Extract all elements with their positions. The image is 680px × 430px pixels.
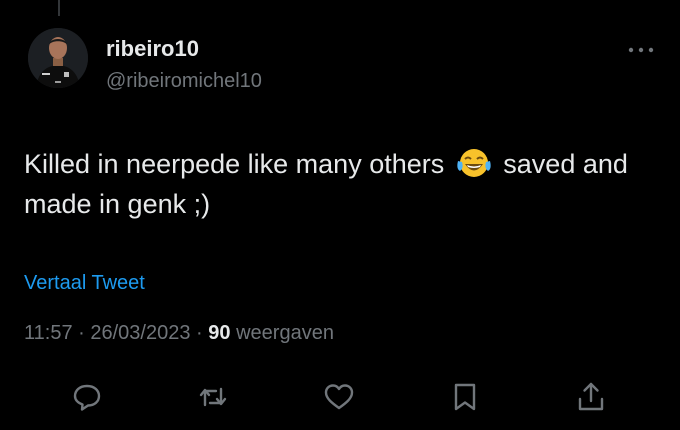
heart-icon bbox=[324, 384, 354, 410]
tweet-time[interactable]: 11:57 bbox=[24, 322, 73, 344]
view-count-label: weergaven bbox=[236, 322, 334, 344]
tweet-action-bar bbox=[0, 374, 680, 418]
tweet-text-part1: Killed in neerpede like many others bbox=[24, 149, 445, 179]
like-button[interactable] bbox=[322, 380, 356, 414]
tweet-metadata: 11:57 · 26/03/2023 · 90 weergaven bbox=[24, 322, 334, 345]
tweet-date[interactable]: 26/03/2023 bbox=[90, 322, 190, 344]
share-icon bbox=[578, 382, 604, 411]
bookmark-icon bbox=[454, 383, 476, 411]
display-name[interactable]: ribeiro10 bbox=[106, 36, 199, 62]
retweet-button[interactable] bbox=[196, 380, 230, 414]
tears-of-joy-emoji-icon bbox=[456, 147, 492, 179]
view-count: 90 bbox=[208, 322, 231, 344]
meta-separator: · bbox=[196, 322, 203, 344]
avatar[interactable] bbox=[28, 28, 88, 88]
thread-connector-line bbox=[58, 0, 60, 16]
username-handle[interactable]: @ribeiromichel10 bbox=[106, 70, 262, 93]
bookmark-button[interactable] bbox=[448, 380, 482, 414]
more-options-icon[interactable] bbox=[626, 42, 656, 58]
meta-separator: · bbox=[78, 322, 85, 344]
tweet-text: Killed in neerpede like many others save… bbox=[24, 144, 654, 224]
reply-button[interactable] bbox=[70, 380, 104, 414]
share-button[interactable] bbox=[574, 380, 608, 414]
avatar-photo bbox=[28, 28, 88, 88]
speech-bubble-icon bbox=[73, 384, 101, 411]
translate-tweet-link[interactable]: Vertaal Tweet bbox=[24, 272, 145, 295]
retweet-icon bbox=[199, 387, 227, 407]
